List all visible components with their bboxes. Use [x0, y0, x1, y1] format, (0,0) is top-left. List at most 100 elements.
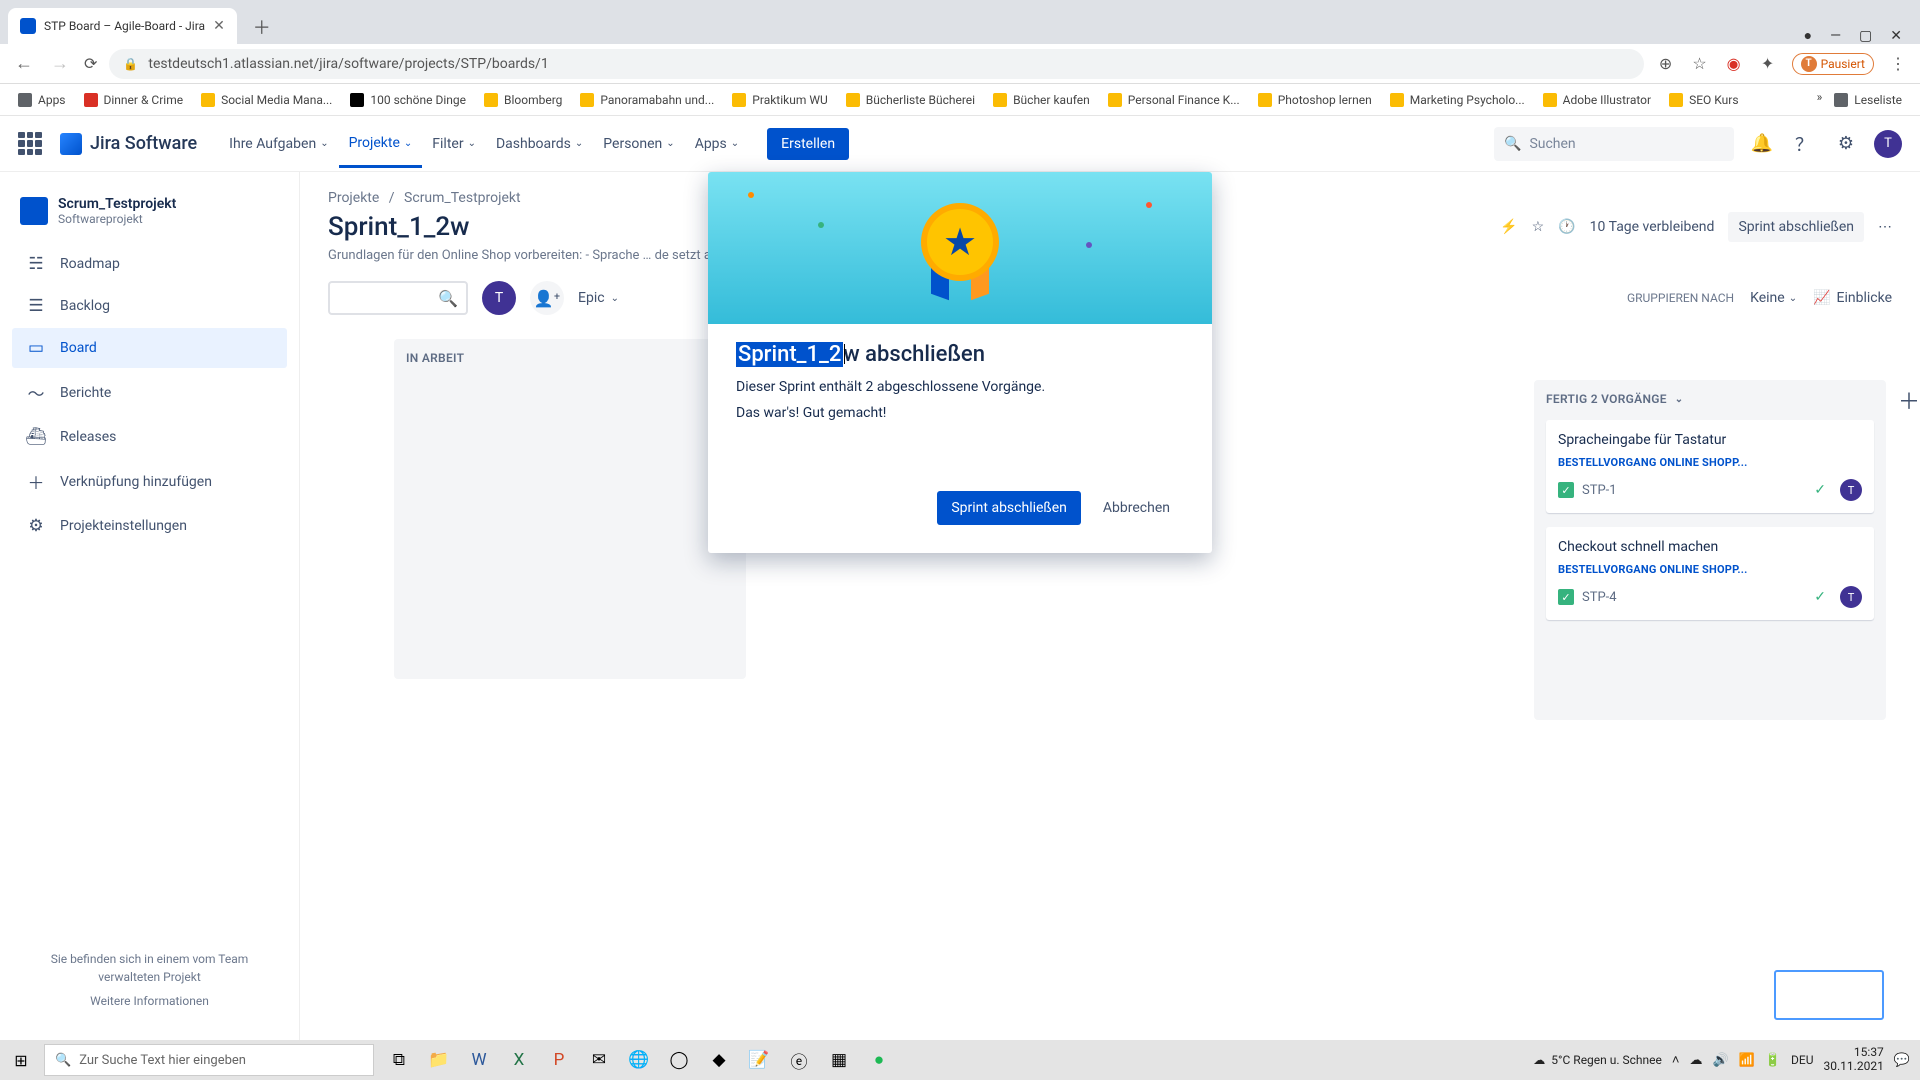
bookmark-icon [1390, 93, 1404, 107]
bookmark-item[interactable]: Photoshop lernen [1252, 90, 1378, 110]
story-type-icon: ✓ [1558, 589, 1574, 605]
app-switcher-icon[interactable] [18, 132, 42, 156]
edge-icon[interactable]: ⓔ [780, 1040, 818, 1080]
bookmark-icon [1108, 93, 1122, 107]
bookmark-item[interactable]: Dinner & Crime [78, 90, 190, 110]
bookmark-icon [846, 93, 860, 107]
bookmark-icon [732, 93, 746, 107]
excel-icon[interactable]: X [500, 1040, 538, 1080]
explorer-icon[interactable]: 📁 [420, 1040, 458, 1080]
start-button[interactable]: ⊞ [0, 1040, 42, 1080]
bookmark-item[interactable]: Adobe Illustrator [1537, 90, 1657, 110]
bookmark-item[interactable]: Personal Finance K... [1102, 90, 1246, 110]
new-tab-button[interactable]: ＋ [245, 10, 279, 44]
browser-toolbar: ← → ⟳ 🔒 testdeutsch1.atlassian.net/jira/… [0, 44, 1920, 84]
notifications-icon[interactable]: 🔔 [1748, 130, 1776, 158]
nav-item[interactable]: Filter⌄ [422, 119, 486, 168]
bookmark-item[interactable]: 100 schöne Dinge [344, 90, 472, 110]
tray-chevron-icon[interactable]: ˄ [1672, 1052, 1680, 1068]
wifi-icon[interactable]: 📶 [1739, 1053, 1755, 1068]
modal-complete-button[interactable]: Sprint abschließen [937, 491, 1081, 525]
onedrive-icon[interactable]: ☁ [1689, 1053, 1702, 1068]
volume-icon[interactable]: 🔊 [1712, 1053, 1728, 1068]
nav-item[interactable]: Personen⌄ [593, 119, 684, 168]
list-icon [1834, 93, 1848, 107]
medal-icon: ★ [915, 203, 1005, 293]
windows-taskbar: ⊞ 🔍 Zur Suche Text hier eingeben ⧉ 📁 W X… [0, 1040, 1920, 1080]
reload-icon[interactable]: ⟳ [84, 54, 97, 73]
nav-item[interactable]: Apps⌄ [685, 119, 749, 168]
settings-icon[interactable]: ⚙ [1832, 130, 1860, 158]
card-assignee-avatar: T [1840, 586, 1862, 608]
spotify-icon[interactable]: ● [860, 1040, 898, 1080]
bookmark-item[interactable]: Bücher kaufen [987, 90, 1096, 110]
profile-avatar-icon: T [1801, 56, 1817, 72]
bookmark-icon [1543, 93, 1557, 107]
word-icon[interactable]: W [460, 1040, 498, 1080]
jira-logo[interactable]: Jira Software [60, 133, 197, 155]
battery-icon[interactable]: 🔋 [1765, 1053, 1781, 1068]
chrome-profile-icon[interactable]: ● [1804, 27, 1812, 44]
sidebar-footer-link[interactable]: Weitere Informationen [22, 992, 277, 1010]
extensions-icon[interactable]: ✦ [1758, 54, 1778, 74]
app2-icon[interactable]: ▦ [820, 1040, 858, 1080]
nav-item[interactable]: Projekte⌄ [339, 127, 423, 168]
clock[interactable]: 15:37 30.11.2021 [1824, 1046, 1884, 1074]
bookmark-icon [350, 93, 364, 107]
bookmarks-bar: Apps Dinner & CrimeSocial Media Mana... 10… [0, 84, 1920, 116]
task-view-icon[interactable]: ⧉ [380, 1040, 418, 1080]
weather-icon: ☁ [1533, 1053, 1545, 1067]
bookmark-icon [993, 93, 1007, 107]
bookmark-item[interactable]: Bloomberg [478, 90, 568, 110]
nav-item[interactable]: Ihre Aufgaben⌄ [219, 119, 338, 168]
modal-title: Sprint_1_2w abschließen [736, 342, 1184, 367]
profile-paused-pill[interactable]: T Pausiert [1792, 53, 1874, 75]
bookmark-item[interactable]: Praktikum WU [726, 90, 833, 110]
language-indicator[interactable]: DEU [1791, 1053, 1813, 1067]
reading-list[interactable]: Leseliste [1828, 90, 1908, 110]
jira-top-nav: Jira Software Ihre Aufgaben⌄Projekte⌄Fil… [0, 116, 1920, 172]
help-icon[interactable]: ？ [1790, 130, 1818, 158]
bookmark-item[interactable]: Bücherliste Bücherei [840, 90, 981, 110]
chrome-icon[interactable]: 🌐 [620, 1040, 658, 1080]
forward-icon[interactable]: → [48, 53, 72, 74]
mail-icon[interactable]: ✉ [580, 1040, 618, 1080]
close-tab-icon[interactable]: ✕ [213, 18, 225, 34]
bookmark-item[interactable]: Apps [12, 90, 72, 110]
bookmark-icon [1669, 93, 1683, 107]
windows-search-input[interactable]: 🔍 Zur Suche Text hier eingeben [44, 1044, 374, 1076]
star-icon[interactable]: ☆ [1690, 54, 1710, 74]
bookmark-icon [18, 93, 32, 107]
address-bar[interactable]: 🔒 testdeutsch1.atlassian.net/jira/softwa… [109, 49, 1643, 79]
zoom-icon[interactable]: ⊕ [1656, 54, 1676, 74]
bookmark-item[interactable]: Marketing Psycholo... [1384, 90, 1531, 110]
bookmark-icon [84, 93, 98, 107]
app-icon[interactable]: ◆ [700, 1040, 738, 1080]
bookmark-item[interactable]: Panoramabahn und... [574, 90, 720, 110]
global-search[interactable]: 🔍 Suchen [1494, 127, 1734, 161]
browser-tab[interactable]: STP Board – Agile-Board - Jira ✕ [8, 8, 237, 44]
chevron-down-icon: ⌄ [731, 138, 739, 149]
bookmark-item[interactable]: SEO Kurs [1663, 90, 1744, 110]
powerpoint-icon[interactable]: P [540, 1040, 578, 1080]
close-window-icon[interactable]: ✕ [1890, 28, 1902, 44]
back-icon[interactable]: ← [12, 53, 36, 74]
minimize-icon[interactable]: — [1830, 28, 1841, 44]
other-bookmarks-chevron[interactable]: » [1817, 90, 1823, 110]
notifications-tray-icon[interactable]: 💬 [1894, 1053, 1910, 1068]
adblock-icon[interactable]: ◉ [1724, 54, 1744, 74]
create-button[interactable]: Erstellen [767, 128, 849, 160]
maximize-icon[interactable]: ▢ [1859, 28, 1872, 44]
bookmark-item[interactable]: Social Media Mana... [195, 90, 338, 110]
kebab-menu-icon[interactable]: ⋮ [1888, 54, 1908, 74]
modal-cancel-button[interactable]: Abbrechen [1089, 491, 1184, 525]
modal-hero: ★ [708, 172, 1212, 324]
profile-avatar[interactable]: T [1874, 130, 1902, 158]
bookmark-icon [484, 93, 498, 107]
quickstart-widget[interactable] [1774, 970, 1884, 1020]
nav-item[interactable]: Dashboards⌄ [486, 119, 593, 168]
notepad-icon[interactable]: 📝 [740, 1040, 778, 1080]
search-icon: 🔍 [1504, 136, 1521, 152]
obs-icon[interactable]: ◯ [660, 1040, 698, 1080]
weather-widget[interactable]: ☁ 5°C Regen u. Schnee [1533, 1053, 1662, 1067]
